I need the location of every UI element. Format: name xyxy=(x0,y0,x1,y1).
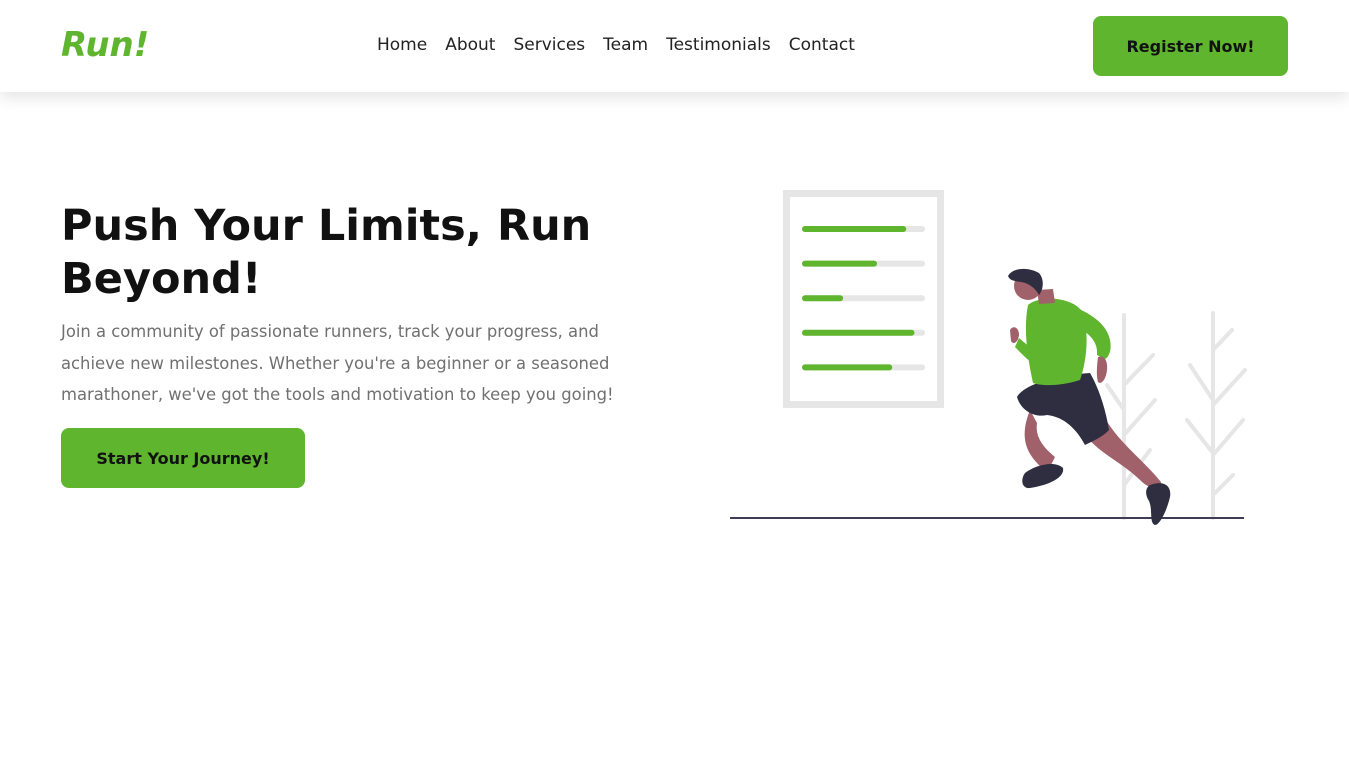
tree-icon xyxy=(1105,311,1247,520)
progress-clipboard-icon xyxy=(783,190,944,408)
nav-services[interactable]: Services xyxy=(513,33,585,57)
main-nav: Home About Services Team Testimonials Co… xyxy=(377,33,855,57)
nav-testimonials[interactable]: Testimonials xyxy=(666,33,771,57)
runner-figure xyxy=(1008,268,1171,525)
register-button[interactable]: Register Now! xyxy=(1093,16,1288,76)
logo[interactable]: Run! xyxy=(61,22,149,68)
runner-illustration xyxy=(730,190,1247,525)
nav-about[interactable]: About xyxy=(445,33,495,57)
hero-title: Push Your Limits, Run Beyond! xyxy=(61,201,592,304)
site-header: Run! Home About Services Team Testimonia… xyxy=(0,0,1349,92)
nav-contact[interactable]: Contact xyxy=(789,33,855,57)
hero-description: Join a community of passionate runners, … xyxy=(61,322,614,404)
nav-team[interactable]: Team xyxy=(603,33,648,57)
start-journey-button[interactable]: Start Your Journey! xyxy=(61,428,305,488)
nav-home[interactable]: Home xyxy=(377,33,427,57)
